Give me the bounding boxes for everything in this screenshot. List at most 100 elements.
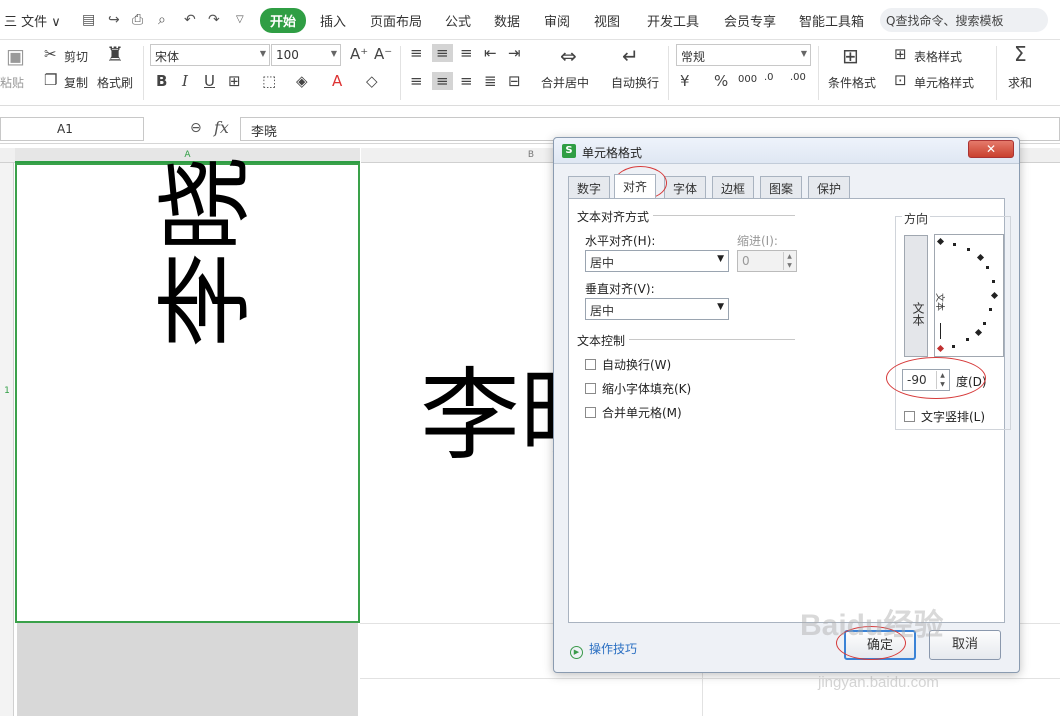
horizontal-align-select[interactable]: 居中 ▼	[585, 250, 729, 272]
thousands-icon[interactable]: 000	[738, 74, 757, 85]
tab-data[interactable]: 数据	[494, 11, 520, 30]
distribute-icon[interactable]: ⊟	[508, 72, 521, 90]
align-bottom-icon[interactable]: ≡	[460, 44, 473, 62]
wrap-text-icon[interactable]: ↵	[622, 44, 639, 68]
orientation-dial[interactable]: 文本	[934, 234, 1004, 357]
tab-font[interactable]: 字体	[664, 176, 707, 198]
tab-pattern[interactable]: 图案	[760, 176, 803, 198]
copy-button[interactable]: 复制	[64, 74, 88, 91]
row-header-strip	[0, 163, 14, 716]
alignment-panel: 文本对齐方式 水平对齐(H): 居中 ▼ 缩进(I): 0 ▲ ▼ 垂直对齐(V): …	[568, 198, 1011, 623]
sum-button[interactable]: 求和	[1008, 74, 1032, 91]
print-icon[interactable]: ⎙	[132, 12, 143, 28]
grow-font-icon[interactable]: A⁺	[350, 45, 368, 63]
table-style-button[interactable]: 表格样式	[914, 48, 962, 65]
tab-developer[interactable]: 开发工具	[647, 11, 699, 30]
file-menu[interactable]: 三 文件 ∨	[4, 11, 61, 30]
export-icon[interactable]: ↪	[108, 12, 120, 28]
indent-label: 缩进(I):	[737, 234, 778, 248]
cell-a1-rotated-text: 李晓	[150, 156, 262, 348]
merge-cells-checkbox[interactable]: 合并单元格(M)	[585, 404, 682, 421]
vertical-text-button[interactable]: 文本	[904, 235, 928, 357]
cell-fill-icon[interactable]: ⬚	[262, 72, 276, 90]
tab-protection[interactable]: 保护	[808, 176, 851, 198]
undo-icon[interactable]: ↶	[184, 12, 196, 28]
fill-color-icon[interactable]: ◈	[296, 72, 308, 90]
increase-decimal-icon[interactable]: .0	[764, 72, 774, 83]
format-painter-icon[interactable]: ♜	[106, 42, 124, 66]
align-left-icon[interactable]: ≡	[410, 72, 423, 90]
sum-icon[interactable]: Σ	[1014, 42, 1027, 66]
decrease-indent-icon[interactable]: ⇤	[484, 44, 497, 62]
justify-icon[interactable]: ≣	[484, 72, 497, 90]
indent-spinner[interactable]: 0 ▲ ▼	[737, 250, 797, 272]
merge-center-icon[interactable]: ⇔	[560, 44, 577, 68]
font-size-select[interactable]: 100 ▼	[271, 44, 341, 66]
table-style-icon[interactable]: ⊞	[894, 45, 907, 63]
tab-page-layout[interactable]: 页面布局	[370, 11, 422, 30]
print-preview-icon[interactable]: ⌕	[158, 12, 166, 28]
close-button[interactable]: ✕	[968, 140, 1014, 158]
cell-b1-text: 李晓	[420, 357, 554, 474]
redo-icon[interactable]: ↷	[208, 12, 220, 28]
customize-icon[interactable]: ▽	[236, 14, 244, 25]
align-right-icon[interactable]: ≡	[460, 72, 473, 90]
number-format-select[interactable]: 常规 ▼	[676, 44, 811, 66]
shrink-to-fit-checkbox[interactable]: 缩小字体填充(K)	[585, 380, 691, 397]
cell-style-button[interactable]: 单元格样式	[914, 74, 974, 91]
clear-format-icon[interactable]: ◇	[366, 72, 378, 90]
name-box[interactable]: A1	[0, 117, 144, 141]
font-color-icon[interactable]: A	[332, 72, 342, 90]
cut-button[interactable]: 剪切	[64, 48, 88, 65]
copy-icon[interactable]: ❐	[44, 71, 57, 89]
wrap-text-checkbox[interactable]: 自动换行(W)	[585, 356, 671, 373]
align-center-icon[interactable]: ≡	[432, 72, 453, 90]
tab-review[interactable]: 审阅	[544, 11, 570, 30]
save-icon[interactable]: ▤	[82, 12, 95, 28]
menu-bar: 三 文件 ∨ ▤ ↪ ⎙ ⌕ ↶ ↷ ▽ 开始 插入 页面布局 公式 数据 审阅…	[0, 0, 1060, 40]
align-top-icon[interactable]: ≡	[410, 44, 423, 62]
command-search[interactable]: Q查找命令、搜索模板	[880, 8, 1048, 32]
tab-formula[interactable]: 公式	[445, 11, 471, 30]
zoom-icon[interactable]: ⊖	[190, 120, 202, 136]
tab-home[interactable]: 开始	[260, 8, 307, 33]
conditional-format-icon[interactable]: ⊞	[842, 44, 859, 68]
bold-icon[interactable]: B	[156, 72, 167, 90]
tab-member[interactable]: 会员专享	[724, 11, 776, 30]
conditional-format-button[interactable]: 条件格式	[828, 74, 876, 91]
underline-icon[interactable]: U	[204, 72, 215, 90]
tab-view[interactable]: 视图	[594, 11, 620, 30]
function-icon[interactable]: fx	[214, 118, 229, 137]
select-all-corner[interactable]	[0, 148, 15, 163]
tab-number[interactable]: 数字	[568, 176, 611, 198]
tips-link[interactable]: ▶ 操作技巧	[570, 640, 637, 659]
vertical-align-select[interactable]: 居中 ▼	[585, 298, 729, 320]
italic-icon[interactable]: I	[182, 72, 188, 90]
percent-icon[interactable]: %	[714, 72, 728, 90]
tab-smart-tools[interactable]: 智能工具箱	[799, 11, 864, 30]
wrap-text-button[interactable]: 自动换行	[611, 74, 659, 91]
merge-center-button[interactable]: 合并居中	[541, 74, 589, 91]
border-icon[interactable]: ⊞	[228, 72, 241, 90]
font-name-select[interactable]: 宋体 ▼	[150, 44, 270, 66]
cell-style-icon[interactable]: ⊡	[894, 71, 907, 89]
align-middle-icon[interactable]: ≡	[432, 44, 453, 62]
vertical-stack-checkbox[interactable]: 文字竖排(L)	[904, 408, 985, 425]
currency-icon[interactable]: ¥	[680, 72, 690, 90]
dialog-titlebar[interactable]: S 单元格格式 ✕	[554, 138, 1019, 164]
paste-icon[interactable]: ▣	[6, 44, 25, 68]
dial-pointer[interactable]	[936, 344, 945, 353]
format-painter-button[interactable]: 格式刷	[97, 74, 133, 91]
tab-insert[interactable]: 插入	[320, 11, 346, 30]
format-cells-dialog: S 单元格格式 ✕ 数字 对齐 字体 边框 图案 保护 文本对齐方式 水平对齐(…	[553, 137, 1020, 673]
orientation-group: 方向 文本 文本 -90 ▲ ▼ 度(D) 文字竖排(L)	[886, 210, 1011, 430]
paste-button[interactable]: 粘贴	[0, 74, 24, 91]
tab-alignment[interactable]: 对齐	[614, 174, 657, 198]
increase-indent-icon[interactable]: ⇥	[508, 44, 521, 62]
row-header-1[interactable]: 1	[0, 386, 14, 396]
cell-a2[interactable]	[17, 623, 358, 716]
cut-icon[interactable]: ✂	[44, 45, 57, 63]
tab-border[interactable]: 边框	[712, 176, 755, 198]
shrink-font-icon[interactable]: A⁻	[374, 45, 392, 63]
decrease-decimal-icon[interactable]: .00	[790, 72, 806, 83]
